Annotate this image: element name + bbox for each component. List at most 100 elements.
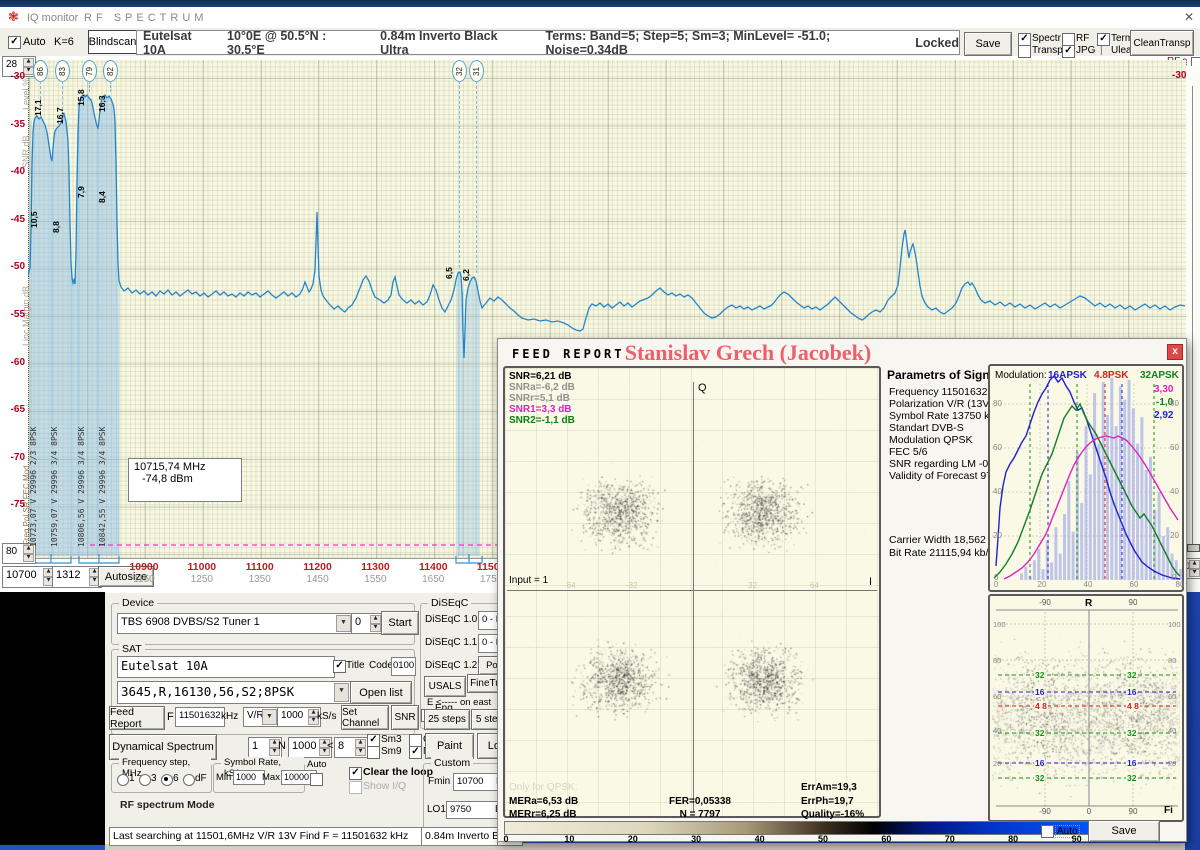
x-axis-if-label: 1150 (124, 574, 164, 585)
noise-checkbox[interactable] (409, 746, 422, 759)
tuner-index-spinner[interactable]: 0 ▲▼ (351, 613, 383, 634)
feed-report-button[interactable]: Feed Report (109, 706, 165, 730)
show-iq-checkbox[interactable] (349, 781, 362, 794)
close-icon[interactable]: ✕ (1184, 10, 1194, 24)
open-list-button[interactable]: Open list (350, 681, 412, 704)
status-right-field: 0.84m Inverto Black U (421, 827, 505, 846)
x-axis-if-label: 1250 (182, 574, 222, 585)
blindscan-button[interactable]: Blindscan (88, 30, 137, 54)
param-line: Standart DVB-S (889, 422, 964, 434)
q-axis-label: Q (698, 382, 707, 394)
start-button[interactable]: Start (381, 611, 419, 635)
dyn-n-label: N (278, 740, 286, 752)
sat-name-field[interactable]: Eutelsat 10A (117, 656, 335, 678)
y-axis-label: -40 (2, 166, 25, 177)
spin-down-icon: ▼ (370, 624, 381, 633)
n-value: N = 7797 (655, 809, 745, 820)
scale-tick-label: 20 (625, 834, 641, 844)
set-channel-button[interactable]: Set Channel (341, 705, 389, 730)
snr-readout-line: SNR2=-1,1 dB (509, 415, 575, 426)
x-axis-mhz-label: 11200 (298, 561, 338, 573)
span-spinner[interactable]: 1312 ▲▼ (52, 566, 102, 588)
density-line-label: 32 (1126, 773, 1137, 783)
carrier-quality-badge: 79 (82, 60, 97, 82)
step3-radio[interactable] (139, 774, 151, 786)
sr-auto-label: Auto (307, 759, 327, 770)
feed-auto-checkbox[interactable] (1041, 825, 1054, 838)
i-axis-label: I (869, 576, 872, 588)
sr-max-label: Max (262, 772, 280, 783)
sm9-checkbox[interactable] (367, 746, 380, 759)
hist-ytick-right: 40 (1170, 487, 1179, 496)
f-label: F (167, 711, 174, 723)
carrier-info-label: 10842,55 V 29996 3/4 8PSK (98, 427, 107, 547)
hist-ytick-left: 40 (993, 487, 1002, 496)
start-freq-spinner[interactable]: 10700 ▲▼ (2, 566, 56, 588)
quality-value: Quality=-16% (801, 809, 864, 820)
hist-xtick: 40 (1080, 580, 1096, 589)
fmin-field[interactable]: 10700 (453, 773, 499, 791)
y-axis-label: -45 (2, 214, 25, 225)
stepdf-radio[interactable] (183, 774, 195, 786)
window-top-strip (0, 0, 1200, 7)
diseqc10-label: DiSEqC 1.0 (425, 614, 477, 625)
info-terms: Terms: Band=5; Step=5; Sm=3; MinLevel= -… (546, 30, 892, 55)
dyn-n3-spinner[interactable]: 8 ▲▼ (334, 737, 368, 758)
density-ytick-right: 20 (1168, 759, 1176, 768)
tuner-select[interactable]: TBS 6908 DVBS/S2 Tuner 1 (117, 613, 353, 634)
sr-spinner[interactable]: 1000 ▲▼ (277, 707, 321, 727)
hist-xtick: 0 (988, 580, 1004, 589)
fer-value: FER=0,05338 (655, 796, 745, 807)
title-checkbox[interactable] (333, 660, 346, 673)
hist-ytick-left: 60 (993, 443, 1002, 452)
sr-min-field[interactable]: 1000 (233, 770, 265, 785)
value-blue: 2,92 (1154, 410, 1173, 421)
snr-readout-line: SNR1=3,3 dB (509, 404, 572, 415)
feed-report-window: FEED REPORT Stanislav Grech (Jacobek) x … (497, 338, 1187, 842)
step6-radio[interactable] (161, 774, 173, 786)
info-locked: Locked (915, 36, 959, 50)
diseqc11-label: DiSEqC 1.1 (425, 637, 477, 648)
density-line-label: 16 (1126, 687, 1137, 697)
marked-snr-value: 6,5 (444, 267, 454, 279)
dyn-n1-spinner[interactable]: 1 ▲▼ (248, 737, 282, 758)
transponder-select[interactable]: 3645,R,16130,56,S2;8PSK (117, 681, 351, 704)
constellation-scatter (507, 372, 877, 810)
dyn-n2-spinner[interactable]: 1000 ▲▼ (288, 737, 332, 758)
feed-report-author: Stanislav Grech (Jacobek) (598, 340, 898, 366)
desktop: ❃ IQ monitor RF SPECTRUM ✕ Auto K=6 Blin… (0, 0, 1200, 850)
carrier-quality-badge: 82 (103, 60, 118, 82)
stepdf-label: dF (195, 773, 207, 784)
save-spectrum-button[interactable]: Save (964, 32, 1012, 56)
code-label: Code (369, 660, 393, 671)
input-label: Input = 1 (509, 575, 548, 586)
snr-button[interactable]: SNR (391, 705, 419, 730)
auto-label: Auto (23, 36, 46, 48)
terms-checkbox[interactable] (1097, 33, 1110, 46)
frequency-field[interactable]: 11501632 (175, 707, 225, 727)
info-dish: 0.84m Inverto Black Ultra (380, 30, 519, 55)
lo1-field[interactable]: 9750 (446, 801, 498, 819)
x-axis-mhz-label: 11400 (413, 561, 453, 573)
usals-button[interactable]: USALS (424, 676, 466, 697)
info-position: 10°0E @ 50.5°N : 30.5°E (227, 30, 358, 55)
code-field[interactable]: 0100 (391, 657, 416, 676)
feed-save-button[interactable]: Save (1088, 820, 1160, 842)
step1-radio[interactable] (117, 774, 129, 786)
density-line-label: 32 (1126, 728, 1137, 738)
x-axis-if-label: 1450 (298, 574, 338, 585)
steps25-button[interactable]: 25 steps (424, 709, 470, 730)
density-line-label: 16 (1034, 758, 1045, 768)
feed-close-button[interactable]: x (1167, 344, 1183, 360)
lo1-label: LO1 (427, 804, 446, 815)
carrier-snr-value: 17,1 (33, 99, 43, 116)
hist-ytick-right: 20 (1170, 531, 1179, 540)
paint-button[interactable]: Paint (425, 733, 474, 759)
auto-checkbox[interactable] (8, 36, 21, 49)
clear-loop-checkbox[interactable] (349, 767, 362, 780)
density-line-label: 16 (1126, 758, 1137, 768)
sr-auto-checkbox[interactable] (310, 773, 323, 786)
cleantransp-button[interactable]: CleanTransp (1130, 30, 1194, 56)
polarity-select[interactable]: V/R (243, 707, 279, 727)
scan-info-panel: Eutelsat 10A 10°0E @ 50.5°N : 30.5°E 0.8… (136, 30, 960, 55)
